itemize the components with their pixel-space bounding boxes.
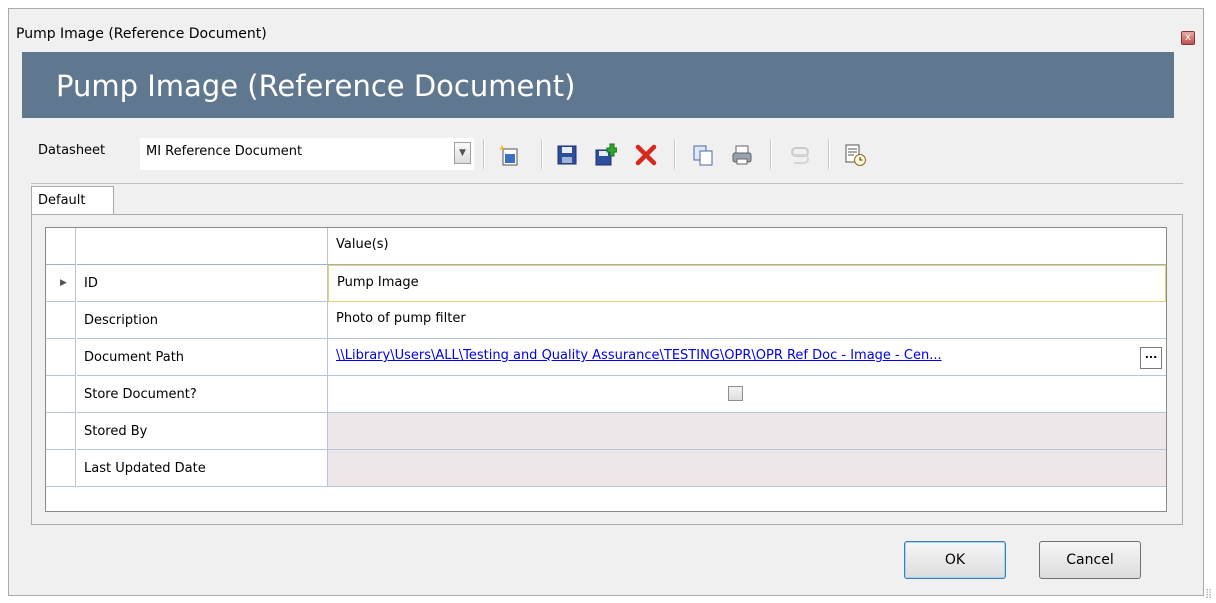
row-selector[interactable] <box>46 450 76 487</box>
row-selector[interactable] <box>46 339 76 376</box>
save-icon[interactable] <box>555 143 579 167</box>
browse-button[interactable]: ... <box>1140 347 1162 369</box>
property-grid: Value(s) ▶ ID Pump Image Description Pho… <box>45 227 1167 512</box>
print-icon[interactable] <box>730 143 754 167</box>
table-row[interactable]: Document Path \\Library\Users\ALL\Testin… <box>46 339 1166 376</box>
cancel-button[interactable]: Cancel <box>1039 541 1141 579</box>
toolbar-separator <box>674 139 676 169</box>
datasheet-select[interactable]: MI Reference Document ▼ <box>139 137 475 171</box>
store-document-field[interactable] <box>328 376 1166 413</box>
history-icon[interactable] <box>843 143 867 167</box>
table-row[interactable]: Store Document? <box>46 376 1166 413</box>
toolbar-separator <box>770 139 772 169</box>
page-title: Pump Image (Reference Document) <box>56 69 576 103</box>
delete-icon[interactable] <box>634 143 658 167</box>
table-row[interactable]: ▶ ID Pump Image <box>46 265 1166 302</box>
close-icon[interactable]: x <box>1181 31 1195 45</box>
row-selector[interactable] <box>46 376 76 413</box>
document-path-field[interactable]: \\Library\Users\ALL\Testing and Quality … <box>328 339 1166 376</box>
row-selector[interactable] <box>46 413 76 450</box>
document-path-link[interactable]: \\Library\Users\ALL\Testing and Quality … <box>336 348 942 363</box>
field-name: Store Document? <box>77 376 328 413</box>
toolbar-separator <box>828 139 830 169</box>
attach-icon <box>791 147 809 164</box>
tab-strip <box>31 183 1183 184</box>
chevron-down-icon[interactable]: ▼ <box>454 142 471 164</box>
tab-default-label: Default <box>38 193 86 208</box>
id-field[interactable]: Pump Image <box>328 265 1166 302</box>
ok-button[interactable]: OK <box>904 541 1006 579</box>
toolbar-separator <box>541 139 543 169</box>
grid-value-header[interactable]: Value(s) <box>328 228 1166 265</box>
copy-icon[interactable] <box>691 143 715 167</box>
stored-by-field <box>328 413 1166 450</box>
tab-default[interactable]: Default <box>31 186 114 215</box>
description-field[interactable]: Photo of pump filter <box>328 302 1166 339</box>
row-selector[interactable] <box>46 302 76 339</box>
table-row[interactable]: Last Updated Date <box>46 450 1166 487</box>
field-name: Last Updated Date <box>77 450 328 487</box>
datasheet-select-value: MI Reference Document <box>146 144 303 159</box>
current-row-icon: ▶ <box>60 278 67 288</box>
field-name: Document Path <box>77 339 328 376</box>
resize-grip-icon[interactable]: ⣿ <box>1205 589 1212 599</box>
field-name: Stored By <box>77 413 328 450</box>
header-band: Pump Image (Reference Document) <box>22 52 1174 118</box>
row-selector[interactable]: ▶ <box>46 265 76 302</box>
table-row[interactable]: Stored By <box>46 413 1166 450</box>
save-new-icon[interactable] <box>593 143 617 167</box>
window-title: Pump Image (Reference Document) <box>16 26 267 42</box>
toolbar-separator <box>483 139 485 169</box>
title-bar[interactable]: Pump Image (Reference Document) x <box>9 9 1203 51</box>
last-updated-date-field <box>328 450 1166 487</box>
store-document-checkbox[interactable] <box>728 386 743 401</box>
grid-corner-cell <box>46 228 76 265</box>
datasheet-label: Datasheet <box>38 143 106 158</box>
field-name: Description <box>77 302 328 339</box>
grid-name-header <box>77 228 328 265</box>
grid-header-row: Value(s) <box>46 228 1166 265</box>
new-icon[interactable] <box>498 143 522 167</box>
field-name: ID <box>77 265 328 302</box>
table-row[interactable]: Description Photo of pump filter <box>46 302 1166 339</box>
